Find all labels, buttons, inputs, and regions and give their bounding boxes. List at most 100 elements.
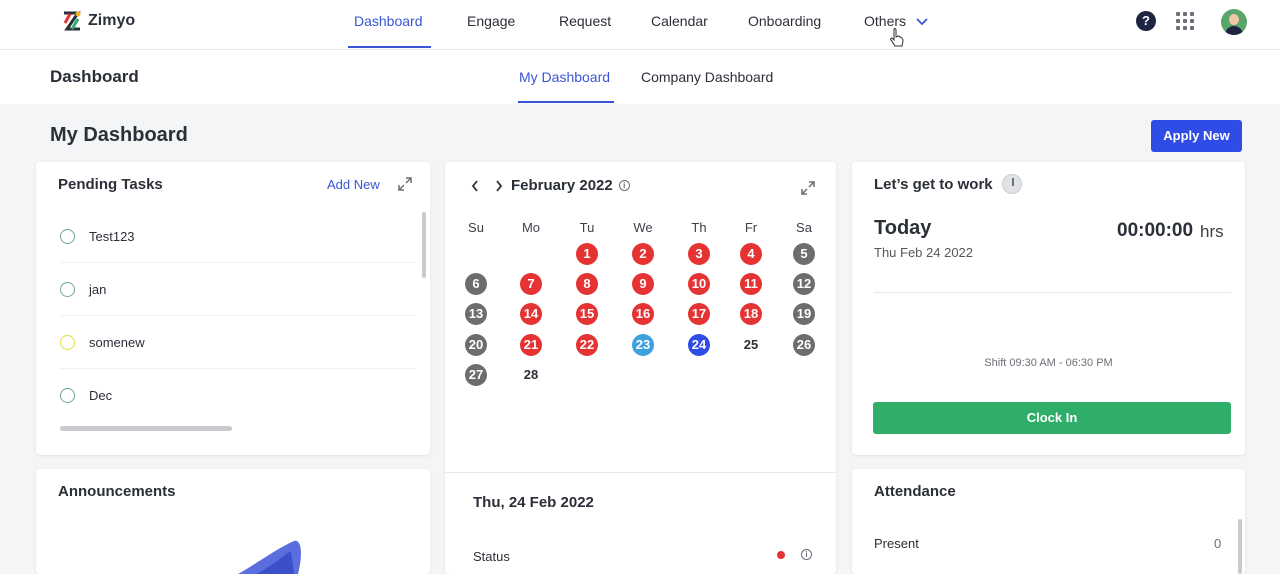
nav-onboarding[interactable]: Onboarding <box>748 0 821 50</box>
clock-in-button[interactable]: Clock In <box>873 402 1231 434</box>
tab-my-dashboard[interactable]: My Dashboard <box>519 69 610 85</box>
expand-icon[interactable] <box>801 181 815 195</box>
nav-engage[interactable]: Engage <box>467 0 515 50</box>
tab-company-dashboard[interactable]: Company Dashboard <box>641 69 773 85</box>
calendar-day[interactable]: 22 <box>576 334 598 356</box>
calendar-divider <box>445 472 836 473</box>
expand-icon[interactable] <box>398 177 412 191</box>
mouse-cursor-hand-icon <box>890 28 904 47</box>
next-month-icon[interactable] <box>495 179 503 192</box>
nav-others-label: Others <box>864 13 907 29</box>
prev-month-icon[interactable] <box>471 179 479 192</box>
task-label: jan <box>89 282 107 297</box>
calendar-day[interactable]: 9 <box>632 273 654 295</box>
calendar-day[interactable]: 19 <box>793 303 815 325</box>
pending-tasks-title: Pending Tasks <box>58 176 163 193</box>
calendar-day[interactable]: 4 <box>740 243 762 265</box>
calendar-day[interactable]: 23 <box>632 334 654 356</box>
zimyo-logo-icon <box>63 11 81 31</box>
apps-grid-icon[interactable] <box>1176 12 1194 30</box>
calendar-day[interactable]: 28 <box>520 364 542 386</box>
calendar-day[interactable]: 26 <box>793 334 815 356</box>
calendar-day[interactable]: 1 <box>576 243 598 265</box>
calendar-day[interactable]: 16 <box>632 303 654 325</box>
task-item[interactable]: somenew <box>60 316 416 369</box>
selected-date: Thu, 24 Feb 2022 <box>473 494 594 511</box>
pending-tasks-card: Pending Tasks Add New Test123 jan somene… <box>36 162 430 455</box>
calendar-day[interactable]: 27 <box>465 364 487 386</box>
nav-dashboard[interactable]: Dashboard <box>354 0 423 50</box>
timer-unit: hrs <box>1200 222 1224 241</box>
calendar-day[interactable]: 18 <box>740 303 762 325</box>
task-item[interactable]: Test123 <box>60 210 416 263</box>
announcements-card: Announcements <box>36 469 430 574</box>
calendar-header: February 2022 i <box>471 177 630 194</box>
calendar-day[interactable]: 5 <box>793 243 815 265</box>
calendar-day[interactable]: 17 <box>688 303 710 325</box>
work-title: Let’s get to work <box>874 176 993 193</box>
horizontal-scrollbar[interactable] <box>60 426 232 431</box>
calendar-day[interactable]: 11 <box>740 273 762 295</box>
status-info-icon[interactable]: i <box>801 549 812 560</box>
calendar-day[interactable]: 20 <box>465 334 487 356</box>
announcements-title: Announcements <box>58 483 176 500</box>
task-status-circle[interactable] <box>60 229 75 244</box>
weekday-header: Th <box>691 220 707 235</box>
calendar-day[interactable]: 10 <box>688 273 710 295</box>
zimyo-logo[interactable]: Zimyo <box>62 10 135 32</box>
page-title: My Dashboard <box>50 124 188 146</box>
status-label: Status <box>473 549 510 564</box>
nav-active-underline <box>348 46 431 48</box>
calendar-day[interactable]: 6 <box>465 273 487 295</box>
weekday-header: We <box>633 220 653 235</box>
weekday-header: Tu <box>579 220 595 235</box>
task-label: somenew <box>89 335 145 350</box>
calendar-day[interactable]: 14 <box>520 303 542 325</box>
calendar-day[interactable]: 21 <box>520 334 542 356</box>
add-new-task-link[interactable]: Add New <box>327 177 380 192</box>
section-title: Dashboard <box>50 67 139 86</box>
stopwatch-icon <box>1002 174 1022 194</box>
weekday-header: Su <box>468 220 484 235</box>
calendar-day[interactable]: 2 <box>632 243 654 265</box>
calendar-day[interactable]: 8 <box>576 273 598 295</box>
info-icon[interactable]: i <box>618 180 630 191</box>
attendance-card: Attendance Present 0 <box>852 469 1245 574</box>
task-item[interactable]: jan <box>60 263 416 316</box>
calendar-day[interactable]: 25 <box>740 334 762 356</box>
task-status-circle[interactable] <box>60 282 75 297</box>
nav-request[interactable]: Request <box>559 0 611 50</box>
app-name: Zimyo <box>88 12 136 29</box>
task-status-circle[interactable] <box>60 335 75 350</box>
task-item[interactable]: Dec <box>60 369 416 422</box>
attendance-present-label: Present <box>874 536 919 551</box>
calendar-day[interactable]: 13 <box>465 303 487 325</box>
sub-header: Dashboard My Dashboard Company Dashboard <box>0 50 1280 104</box>
chevron-down-icon <box>916 18 928 26</box>
top-navbar: Zimyo Dashboard Engage Request Calendar … <box>0 0 1280 50</box>
help-icon[interactable]: ? <box>1136 11 1156 31</box>
today-label: Today <box>874 217 932 239</box>
calendar-month: February 2022 <box>511 177 613 194</box>
calendar-day[interactable]: 24 <box>688 334 710 356</box>
task-label: Test123 <box>89 229 135 244</box>
status-dot <box>777 551 785 559</box>
nav-calendar[interactable]: Calendar <box>651 0 708 50</box>
calendar-day[interactable]: 15 <box>576 303 598 325</box>
vertical-scrollbar[interactable] <box>1238 519 1242 574</box>
calendar-day[interactable]: 12 <box>793 273 815 295</box>
calendar-card: February 2022 i Su Mo Tu We Th Fr Sa 123456789… <box>445 162 836 574</box>
apply-new-button[interactable]: Apply New <box>1151 120 1242 152</box>
weekday-header: Sa <box>796 220 812 235</box>
calendar-day[interactable]: 7 <box>520 273 542 295</box>
work-timer: 00:00:00 <box>1117 220 1194 241</box>
weekday-header: Fr <box>744 220 758 235</box>
user-avatar[interactable] <box>1221 9 1247 35</box>
clock-in-card: Let’s get to work Today Thu Feb 24 2022 … <box>852 162 1245 455</box>
shift-timing: Shift 09:30 AM - 06:30 PM <box>984 357 1113 369</box>
vertical-scrollbar[interactable] <box>422 212 426 278</box>
weekday-header: Mo <box>521 220 541 235</box>
task-status-circle[interactable] <box>60 388 75 403</box>
calendar-day[interactable]: 3 <box>688 243 710 265</box>
attendance-present-count: 0 <box>1214 536 1222 551</box>
